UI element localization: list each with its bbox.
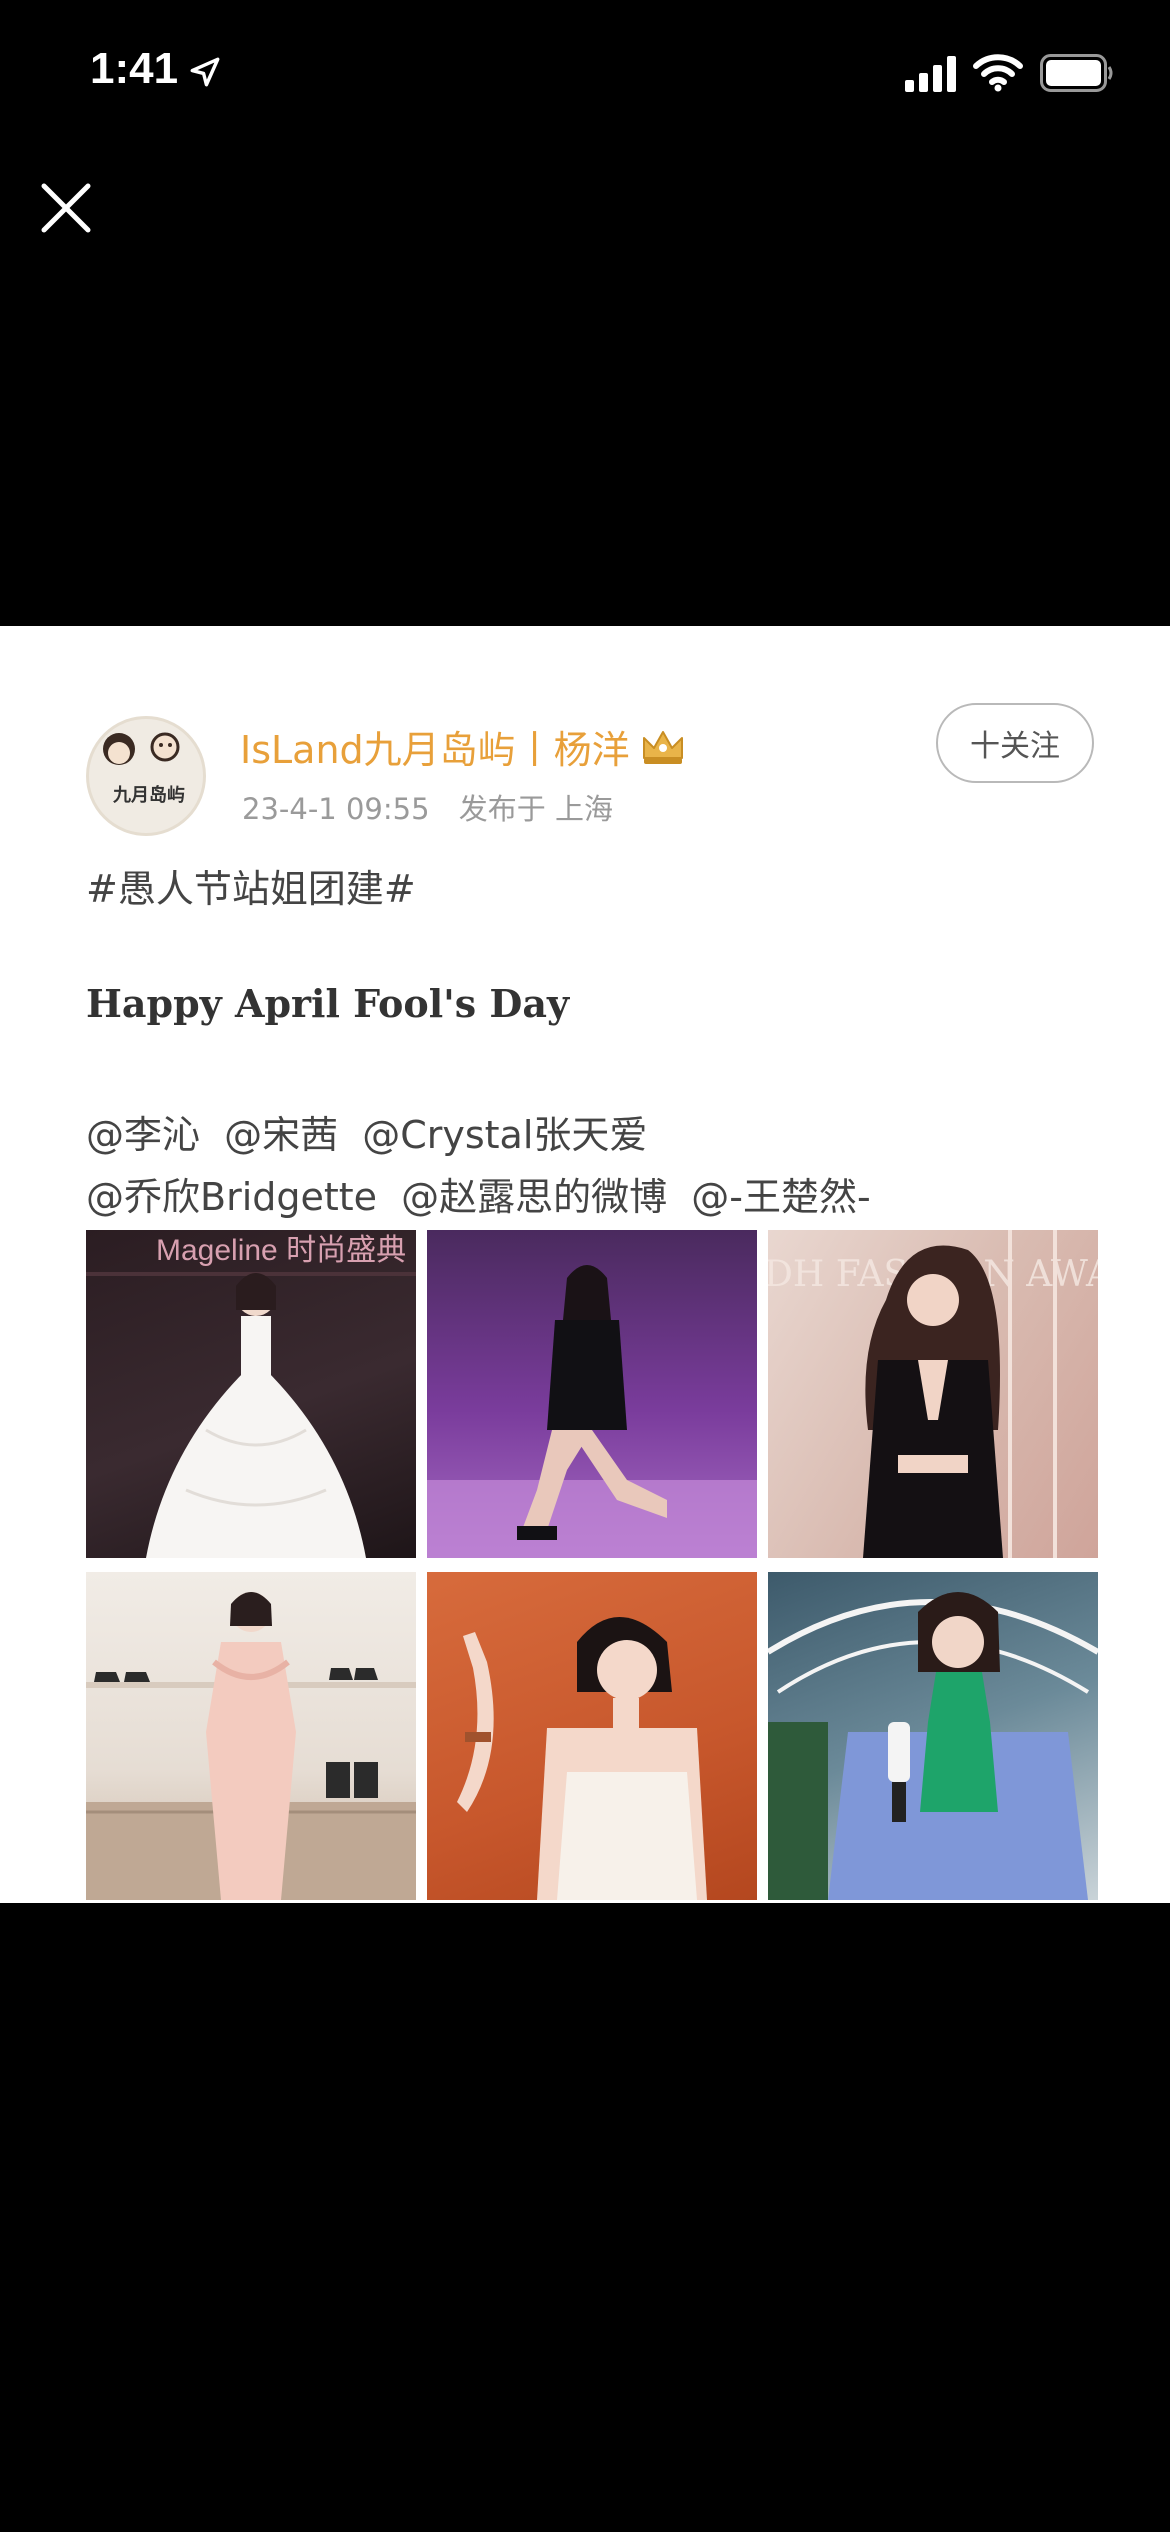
mention-link[interactable]: @乔欣Bridgette — [86, 1175, 377, 1219]
photo-3-illustration: DH FASHION AWA — [768, 1230, 1098, 1558]
close-icon[interactable] — [38, 180, 94, 236]
mention-link[interactable]: @-王楚然- — [691, 1175, 870, 1219]
username-row: IsLand九月岛屿丨杨洋 — [240, 716, 686, 776]
photo-grid: Mageline 时尚盛典 DH AW — [86, 1230, 1098, 1903]
photo-6[interactable] — [768, 1572, 1098, 1900]
status-time: 1:41 — [90, 44, 179, 93]
photo-6-illustration — [768, 1592, 1098, 1900]
post-meta: 23-4-1 09:55 发布于 上海 — [242, 786, 613, 828]
cellular-signal-icon — [905, 56, 956, 92]
status-bar: 1:41 — [0, 0, 1170, 140]
hashtag[interactable]: #愚人节站姐团建# — [86, 858, 416, 913]
battery-icon — [1040, 54, 1113, 92]
post-date: 23-4-1 09:55 — [242, 792, 430, 826]
mention-link[interactable]: @宋茜 — [224, 1113, 338, 1157]
photo-5-illustration — [457, 1617, 707, 1900]
photo-5[interactable] — [427, 1572, 757, 1900]
mentions-line-1: @李沁 @宋茜 @Crystal张天爱 — [86, 1104, 647, 1159]
mentions-line-2: @乔欣Bridgette @赵露思的微博 @-王楚然- — [86, 1166, 871, 1221]
photo-1-caption: Mageline 时尚盛典 — [156, 1234, 406, 1267]
location-arrow-icon — [190, 57, 220, 87]
avatar-cartoon-icon — [103, 732, 180, 765]
photo-4-illustration — [86, 1592, 416, 1900]
photo-4[interactable] — [86, 1572, 416, 1900]
username[interactable]: IsLand九月岛屿丨杨洋 — [240, 719, 630, 774]
follow-button[interactable]: 十关注 — [936, 703, 1094, 783]
photo-1-illustration: Mageline 时尚盛典 — [86, 1234, 416, 1558]
photo-2[interactable] — [427, 1230, 757, 1558]
mention-link[interactable]: @李沁 — [86, 1113, 200, 1157]
avatar[interactable]: 九月岛屿 — [86, 716, 206, 836]
photo-3[interactable]: DH FASHION AWA — [768, 1230, 1098, 1558]
mention-link[interactable]: @Crystal张天爱 — [362, 1113, 647, 1157]
mention-link[interactable]: @赵露思的微博 — [401, 1175, 667, 1219]
avatar-text: 九月岛屿 — [113, 785, 185, 806]
crown-badge-icon — [642, 731, 683, 764]
wifi-icon — [973, 54, 1023, 92]
post-location: 发布于 上海 — [458, 792, 613, 826]
post-image[interactable]: 九月岛屿 IsLand九月岛屿丨杨洋 23-4-1 09:55 发布于 上海 十… — [0, 626, 1170, 1903]
photo-1[interactable]: Mageline 时尚盛典 — [86, 1230, 416, 1558]
post-headline: Happy April Fool's Day — [86, 981, 570, 1026]
photo-2-illustration — [427, 1265, 757, 1558]
